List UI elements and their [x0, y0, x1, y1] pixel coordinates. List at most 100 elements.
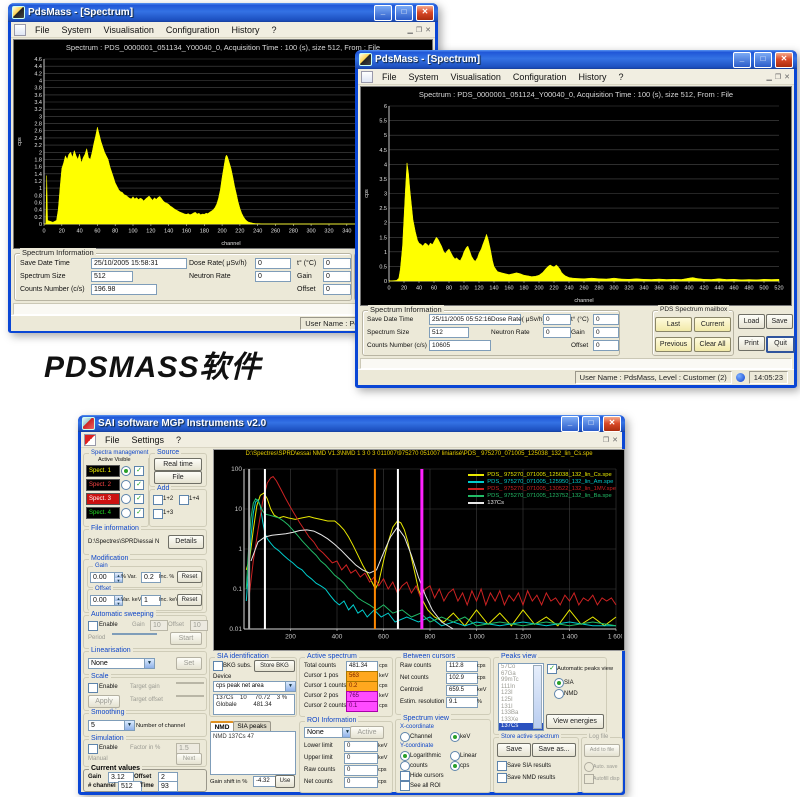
temp-value[interactable]: 0 [593, 314, 619, 325]
dose-rate-value[interactable]: 0 [255, 258, 291, 269]
temp-value[interactable]: 0 [323, 258, 351, 269]
add-1p2-checkbox[interactable] [153, 495, 163, 505]
gain-value[interactable]: 0 [593, 327, 619, 338]
nmd-radio[interactable] [554, 689, 564, 699]
offset-value[interactable]: 0 [323, 284, 351, 295]
save-sia-checkbox[interactable] [497, 761, 507, 771]
linear-radio[interactable] [450, 751, 460, 761]
spectrum-size-value[interactable]: 512 [91, 271, 133, 282]
menu-file[interactable]: File [29, 25, 56, 35]
titlebar[interactable]: SAI software MGP Instruments v2.0 _ □ ✕ [78, 415, 625, 432]
spect3-visible-checkbox[interactable]: ✓ [134, 494, 144, 504]
minimize-button[interactable]: _ [374, 5, 392, 21]
peaks-listbox[interactable]: 57Co 67Ga 99mTc 111In 123I 125I 131I 133… [498, 663, 544, 731]
simulation-enable-checkbox[interactable] [88, 744, 98, 754]
quit-button[interactable]: Quit [766, 336, 795, 353]
child-window-controls[interactable]: ❐✕ [603, 436, 620, 444]
smoothing-select[interactable]: 5 [88, 720, 135, 731]
bkg-subs-checkbox[interactable] [213, 661, 223, 671]
gain-shift-value[interactable]: -4.32 [253, 776, 276, 787]
automatic-peaks-checkbox[interactable]: ✓ [547, 664, 557, 674]
neutron-rate-value[interactable]: 0 [543, 327, 571, 338]
save-button[interactable]: Save [766, 314, 793, 329]
last-button[interactable]: Last [655, 317, 692, 332]
sia-results-list[interactable]: 137Cs 10 70.72 3 % Globale 481.34 [213, 694, 295, 715]
save-nmd-checkbox[interactable] [497, 773, 507, 783]
store-bkg-button[interactable]: Store BKG [254, 660, 295, 672]
spect4-visible-checkbox[interactable]: ✓ [134, 508, 144, 518]
spectrum-size-value[interactable]: 512 [429, 327, 469, 338]
menu-file[interactable]: File [376, 72, 403, 82]
gain-reset-button[interactable]: Reset [177, 571, 202, 583]
current-button[interactable]: Current [694, 317, 731, 332]
clear-all-button[interactable]: Clear All [694, 337, 731, 352]
menu-system[interactable]: System [56, 25, 98, 35]
gain-value[interactable]: 0 [323, 271, 351, 282]
counts-radio[interactable] [400, 761, 410, 771]
device-select[interactable]: cps peak net area [213, 681, 296, 692]
see-all-roi-checkbox[interactable] [400, 781, 410, 791]
maximize-button[interactable]: □ [754, 52, 772, 68]
menu-configuration[interactable]: Configuration [507, 72, 573, 82]
offset-reset-button[interactable]: Reset [177, 594, 202, 606]
previous-button[interactable]: Previous [655, 337, 692, 352]
menu-history[interactable]: History [225, 25, 265, 35]
spect2-active-radio[interactable] [121, 480, 131, 490]
offset-value[interactable]: 0 [593, 340, 619, 351]
minimize-button[interactable]: _ [561, 416, 579, 432]
spect4-active-radio[interactable] [121, 508, 131, 518]
maximize-button[interactable]: □ [395, 5, 413, 21]
channel-radio[interactable] [400, 732, 410, 742]
spect3-active-radio[interactable] [121, 494, 131, 504]
child-window-controls[interactable]: ▁❐✕ [407, 26, 433, 34]
menu-configuration[interactable]: Configuration [160, 25, 226, 35]
titlebar[interactable]: PdsMass - [Spectrum] _ □ ✕ [8, 3, 438, 22]
lower-limit-value[interactable]: 0 [344, 741, 378, 752]
menu-help[interactable]: ? [170, 435, 187, 445]
spect2-visible-checkbox[interactable]: ✓ [134, 480, 144, 490]
close-button[interactable]: ✕ [775, 52, 793, 68]
minimize-button[interactable]: _ [733, 52, 751, 68]
counts-number-value[interactable]: 196.98 [91, 284, 157, 295]
kev-radio[interactable] [450, 732, 460, 742]
close-button[interactable]: ✕ [603, 416, 621, 432]
menu-help[interactable]: ? [265, 25, 282, 35]
cps-radio[interactable] [450, 761, 460, 771]
hide-cursors-checkbox[interactable] [400, 771, 410, 781]
spect1-active-radio[interactable] [121, 466, 131, 476]
sweeping-enable-checkbox[interactable] [88, 621, 98, 631]
neutron-rate-value[interactable]: 0 [255, 271, 291, 282]
offset-spinner[interactable]: 0.00 [90, 595, 123, 606]
maximize-button[interactable]: □ [582, 416, 600, 432]
save-as-button[interactable]: Save as... [532, 743, 576, 757]
view-energies-button[interactable]: View energies [546, 714, 604, 729]
spect1-visible-checkbox[interactable]: ✓ [134, 466, 144, 476]
menu-visualisation[interactable]: Visualisation [98, 25, 160, 35]
logarithmic-radio[interactable] [400, 751, 410, 761]
menu-help[interactable]: ? [612, 72, 629, 82]
use-button[interactable]: Use [275, 775, 295, 788]
save-spectrum-button[interactable]: Save [497, 743, 531, 757]
dose-rate-value[interactable]: 0 [543, 314, 571, 325]
load-button[interactable]: Load [738, 314, 765, 329]
gain-inc-value[interactable]: 0.2 [141, 572, 161, 583]
file-button[interactable]: File [154, 471, 202, 484]
scale-enable-checkbox[interactable] [88, 683, 98, 693]
linearisation-select[interactable]: None [88, 658, 155, 669]
save-date-value[interactable]: 25/10/2005 15:58:31 [91, 258, 187, 269]
child-window-controls[interactable]: ▁❐✕ [766, 73, 792, 81]
menu-system[interactable]: System [403, 72, 445, 82]
print-button[interactable]: Print [738, 336, 765, 351]
counts-number-value[interactable]: 10605 [429, 340, 491, 351]
upper-limit-value[interactable]: 0 [344, 753, 378, 764]
roi-select[interactable]: None [304, 727, 353, 738]
add-1p4-checkbox[interactable] [179, 495, 189, 505]
gain-spinner[interactable]: 0.00 [90, 572, 123, 583]
add-1p3-checkbox[interactable] [153, 509, 163, 519]
offset-inc-value[interactable]: 1 [141, 595, 161, 606]
sia-radio[interactable] [554, 678, 564, 688]
menu-history[interactable]: History [572, 72, 612, 82]
menu-visualisation[interactable]: Visualisation [445, 72, 507, 82]
menu-settings[interactable]: Settings [126, 435, 171, 445]
details-button[interactable]: Details [168, 535, 204, 549]
